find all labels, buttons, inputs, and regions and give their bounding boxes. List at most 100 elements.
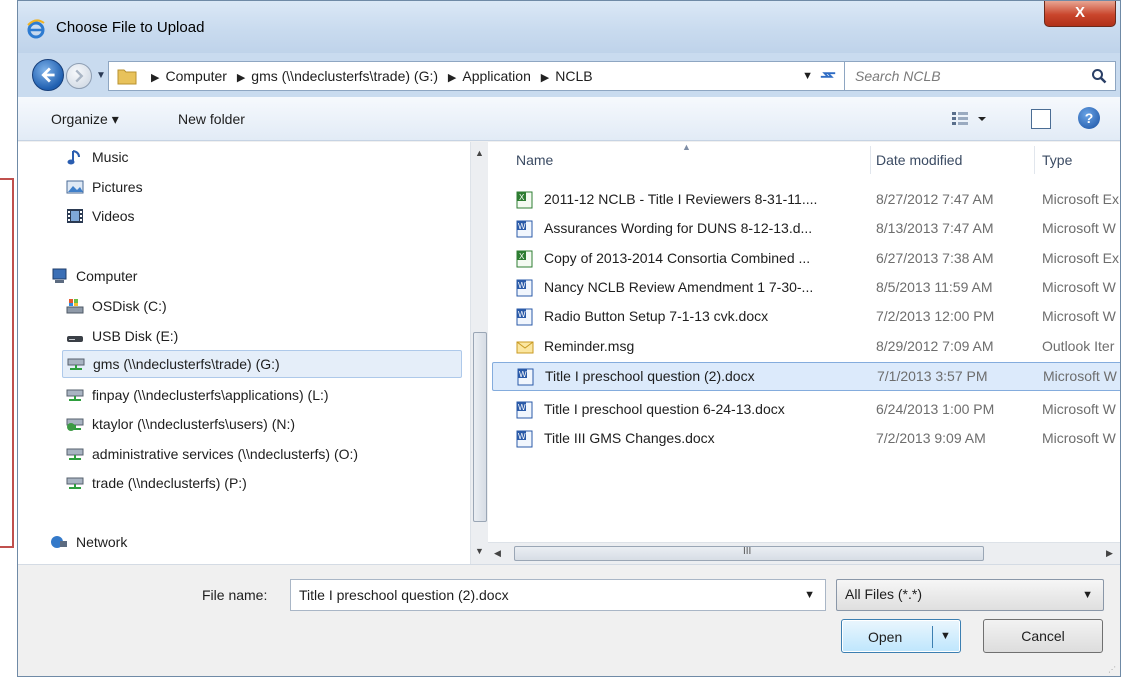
- file-dialog: Choose File to Upload X ▼ ▶ Computer ▶ gms…: [17, 0, 1121, 677]
- breadcrumb-drive[interactable]: gms (\\ndeclusterfs\trade) (G:): [251, 68, 438, 84]
- videos-icon: [67, 209, 83, 223]
- file-row[interactable]: W Assurances Wording for DUNS 8-12-13.d.…: [492, 217, 1120, 241]
- nav-item-label: Pictures: [92, 179, 143, 195]
- svg-text:W: W: [518, 222, 526, 231]
- nav-item-osdisk[interactable]: OSDisk (C:): [66, 295, 286, 319]
- file-date: 6/24/2013 1:00 PM: [876, 401, 995, 417]
- nav-scroll-thumb[interactable]: [473, 332, 487, 522]
- disk-icon: [66, 299, 84, 314]
- chevron-down-icon[interactable]: ▼: [804, 589, 815, 601]
- open-options-dropdown-icon[interactable]: ▼: [940, 630, 951, 642]
- file-row-selected[interactable]: W Title I preschool question (2).docx 7/…: [492, 362, 1120, 391]
- file-name: Title I preschool question 6-24-13.docx: [544, 401, 785, 417]
- dialog-footer: File name: Title I preschool question (2…: [18, 564, 1120, 676]
- column-header-name[interactable]: Name: [516, 152, 553, 168]
- column-header-type[interactable]: Type: [1042, 152, 1072, 168]
- nav-item-computer[interactable]: Computer: [50, 265, 270, 289]
- word-file-icon: W: [516, 430, 533, 448]
- breadcrumb-separator-icon: ▶: [236, 72, 246, 84]
- nav-item-trade-drive[interactable]: trade (\\ndeclusterfs) (P:): [66, 472, 466, 496]
- search-icon[interactable]: [1091, 68, 1107, 84]
- nav-item-network[interactable]: Network: [50, 531, 270, 555]
- nav-item-usb-disk[interactable]: USB Disk (E:): [66, 325, 286, 349]
- back-button[interactable]: [32, 59, 64, 91]
- refresh-button[interactable]: [817, 66, 839, 86]
- folder-icon: [117, 69, 137, 85]
- breadcrumb-separator-icon: ▶: [540, 72, 550, 84]
- search-input[interactable]: Search NCLB: [844, 61, 1116, 91]
- file-row[interactable]: X Copy of 2013-2014 Consortia Combined .…: [492, 247, 1120, 271]
- file-list: ▲ Name Date modified Type X 2011-12 NCLB…: [488, 142, 1120, 542]
- nav-item-ktaylor-drive[interactable]: ktaylor (\\ndeclusterfs\users) (N:): [66, 413, 466, 437]
- split-divider: [932, 626, 933, 648]
- address-dropdown-icon[interactable]: ▼: [802, 70, 813, 82]
- pictures-icon: [66, 180, 84, 194]
- preview-pane-icon[interactable]: [1031, 109, 1051, 129]
- word-file-icon: W: [517, 368, 534, 386]
- nav-item-finpay-drive[interactable]: finpay (\\ndeclusterfs\applications) (L:…: [66, 384, 466, 408]
- scroll-left-icon[interactable]: ◀: [494, 548, 501, 559]
- file-row[interactable]: X 2011-12 NCLB - Title I Reviewers 8-31-…: [492, 188, 1120, 212]
- file-type: Microsoft W: [1042, 308, 1116, 324]
- nav-item-label: ktaylor (\\ndeclusterfs\users) (N:): [92, 416, 296, 432]
- nav-item-label: Network: [76, 534, 128, 550]
- breadcrumb-computer[interactable]: Computer: [165, 68, 226, 84]
- nav-item-gms-drive[interactable]: gms (\\ndeclusterfs\trade) (G:): [62, 350, 462, 378]
- forward-button[interactable]: [66, 63, 92, 89]
- file-type: Microsoft W: [1042, 430, 1116, 446]
- file-type-select[interactable]: All Files (*.*) ▼: [836, 579, 1104, 611]
- address-bar[interactable]: ▶ Computer ▶ gms (\\ndeclusterfs\trade) (G…: [108, 61, 846, 91]
- resize-grip-icon[interactable]: ⋰: [1108, 665, 1116, 674]
- svg-text:W: W: [518, 281, 526, 290]
- nav-pane-scrollbar[interactable]: ▲ ▼: [470, 142, 488, 564]
- column-divider[interactable]: [1034, 146, 1035, 174]
- nav-item-administrative-services-drive[interactable]: administrative services (\\ndeclusterfs)…: [66, 443, 466, 467]
- breadcrumb-nclb[interactable]: NCLB: [555, 68, 592, 84]
- network-drive-icon: [66, 389, 84, 401]
- computer-icon: [52, 268, 67, 283]
- horizontal-scroll-thumb[interactable]: III: [514, 546, 984, 561]
- help-icon[interactable]: ?: [1078, 107, 1100, 129]
- file-name: Assurances Wording for DUNS 8-12-13.d...: [544, 220, 813, 236]
- change-view-icon[interactable]: [950, 109, 990, 129]
- file-row[interactable]: W Radio Button Setup 7-1-13 cvk.docx 7/2…: [492, 305, 1120, 329]
- file-date: 8/27/2012 7:47 AM: [876, 191, 994, 207]
- nav-item-music[interactable]: Music: [66, 146, 266, 170]
- breadcrumb: ▶ Computer ▶ gms (\\ndeclusterfs\trade) (G…: [145, 68, 593, 84]
- close-button[interactable]: X: [1044, 1, 1116, 27]
- column-header-date-modified[interactable]: Date modified: [876, 152, 962, 168]
- file-date: 8/29/2012 7:09 AM: [876, 338, 994, 354]
- recent-pages-dropdown[interactable]: ▼: [96, 70, 106, 81]
- annotation-bracket: [0, 178, 14, 548]
- file-row[interactable]: W Nancy NCLB Review Amendment 1 7-30-...…: [492, 276, 1120, 300]
- nav-item-label: Videos: [92, 208, 135, 224]
- file-row[interactable]: Reminder.msg 8/29/2012 7:09 AM Outlook I…: [492, 335, 1120, 359]
- nav-item-pictures[interactable]: Pictures: [66, 176, 266, 200]
- breadcrumb-application[interactable]: Application: [462, 68, 531, 84]
- search-placeholder: Search NCLB: [855, 68, 941, 84]
- network-drive-icon: [66, 448, 84, 460]
- file-type: Microsoft W: [1042, 279, 1116, 295]
- scroll-down-icon[interactable]: ▼: [475, 546, 484, 556]
- svg-text:W: W: [518, 432, 526, 441]
- file-name: Title III GMS Changes.docx: [544, 430, 715, 446]
- open-button[interactable]: Open ▼: [841, 619, 961, 653]
- file-list-horizontal-scrollbar[interactable]: ◀ III ▶: [488, 542, 1120, 564]
- usb-disk-icon: [67, 336, 83, 342]
- file-row[interactable]: W Title I preschool question 6-24-13.doc…: [492, 398, 1120, 422]
- organize-button[interactable]: Organize ▾: [51, 111, 119, 128]
- new-folder-button[interactable]: New folder: [178, 111, 245, 127]
- cancel-button[interactable]: Cancel: [983, 619, 1103, 653]
- nav-item-videos[interactable]: Videos: [66, 205, 266, 229]
- scroll-up-icon[interactable]: ▲: [475, 148, 484, 158]
- file-row[interactable]: W Title III GMS Changes.docx 7/2/2013 9:…: [492, 427, 1120, 451]
- refresh-icon: [820, 72, 836, 78]
- file-name-field[interactable]: Title I preschool question (2).docx ▼: [290, 579, 826, 611]
- nav-item-label: gms (\\ndeclusterfs\trade) (G:): [93, 356, 280, 372]
- scroll-right-icon[interactable]: ▶: [1106, 548, 1113, 559]
- word-file-icon: W: [516, 401, 533, 419]
- file-name: Nancy NCLB Review Amendment 1 7-30-...: [544, 279, 814, 295]
- open-button-label: Open: [868, 629, 903, 645]
- file-type: Microsoft W: [1043, 368, 1117, 384]
- column-divider[interactable]: [870, 146, 871, 174]
